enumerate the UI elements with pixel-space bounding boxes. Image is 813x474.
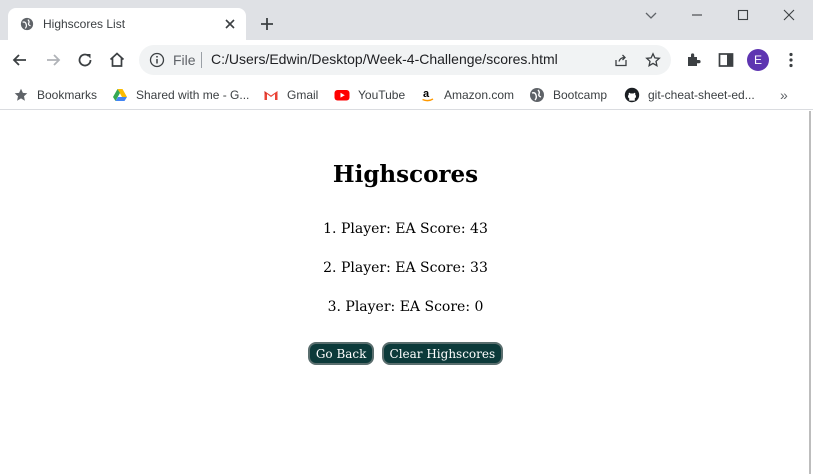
star-icon (14, 88, 28, 101)
bookmark-youtube[interactable]: YouTube (334, 85, 405, 105)
score-entry: 2. Player: EA Score: 33 (323, 260, 488, 276)
more-menu-icon[interactable] (781, 50, 801, 70)
toolbar: File C:/Users/Edwin/Desktop/Week-4-Chall… (0, 40, 813, 80)
url-text[interactable]: C:/Users/Edwin/Desktop/Week-4-Challenge/… (211, 51, 558, 67)
bookmark-label: Shared with me - G... (136, 88, 250, 102)
page-title: Highscores (332, 161, 479, 188)
tab-highscores[interactable]: Highscores List (8, 8, 246, 40)
clear-highscores-button[interactable]: Clear Highscores (381, 342, 504, 365)
more-bookmarks-icon[interactable]: » (780, 87, 788, 103)
bookmark-label: Amazon.com (444, 88, 515, 102)
tab-title: Highscores List (43, 17, 126, 31)
bookmark-amazon[interactable]: a Amazon.com (420, 85, 514, 105)
star-icon[interactable] (645, 52, 661, 68)
bookmark-bootcamp[interactable]: Bootcamp (529, 85, 607, 105)
bookmark-gmail[interactable]: Gmail (263, 85, 318, 105)
bookmark-label: Gmail (287, 88, 319, 102)
share-icon[interactable] (613, 52, 629, 68)
bookmark-label: Bootcamp (553, 88, 608, 102)
divider (201, 52, 202, 68)
window-close-icon[interactable] (780, 6, 798, 24)
bookmark-label: YouTube (358, 88, 406, 102)
bookmark-label: Bookmarks (37, 88, 98, 102)
google-drive-icon (113, 89, 127, 101)
bookmark-shared-with-me[interactable]: Shared with me - G... (112, 85, 249, 105)
url-scheme: File (173, 52, 196, 68)
score-entry: 3. Player: EA Score: 0 (327, 299, 484, 315)
score-entry: 1. Player: EA Score: 43 (323, 221, 488, 237)
maximize-icon[interactable] (734, 6, 752, 24)
reload-icon[interactable] (75, 50, 95, 70)
gmail-icon (264, 91, 278, 100)
go-back-button[interactable]: Go Back (307, 342, 375, 365)
chevron-down-icon[interactable] (642, 6, 660, 24)
globe-icon (530, 88, 544, 102)
avatar[interactable]: E (747, 49, 769, 71)
new-tab-icon[interactable] (258, 15, 276, 33)
amazon-icon: a (422, 88, 434, 102)
side-panel-icon[interactable] (716, 50, 736, 70)
bookmark-bookmarks[interactable]: Bookmarks (13, 85, 97, 105)
github-icon (624, 87, 640, 103)
bookmark-git-cheat-sheet[interactable]: git-cheat-sheet-ed... (624, 85, 755, 105)
page-content: Highscores 1. Player: EA Score: 43 2. Pl… (0, 111, 811, 474)
forward-arrow-icon[interactable] (43, 50, 63, 70)
bookmarks-bar: Bookmarks Shared with me - G... Gmail Yo… (0, 80, 813, 110)
globe-icon (20, 17, 34, 31)
extensions-icon[interactable] (684, 50, 704, 70)
youtube-icon (334, 90, 350, 101)
back-arrow-icon[interactable] (10, 50, 30, 70)
address-bar[interactable]: File C:/Users/Edwin/Desktop/Week-4-Chall… (139, 45, 671, 75)
svg-text:a: a (423, 88, 430, 100)
minimize-icon[interactable] (688, 6, 706, 24)
close-icon[interactable] (222, 16, 238, 32)
tab-strip: Highscores List (0, 0, 813, 40)
bookmark-label: git-cheat-sheet-ed... (648, 88, 755, 102)
home-icon[interactable] (107, 50, 127, 70)
button-row: Go Back Clear Highscores (0, 342, 811, 365)
info-icon[interactable] (149, 52, 165, 68)
